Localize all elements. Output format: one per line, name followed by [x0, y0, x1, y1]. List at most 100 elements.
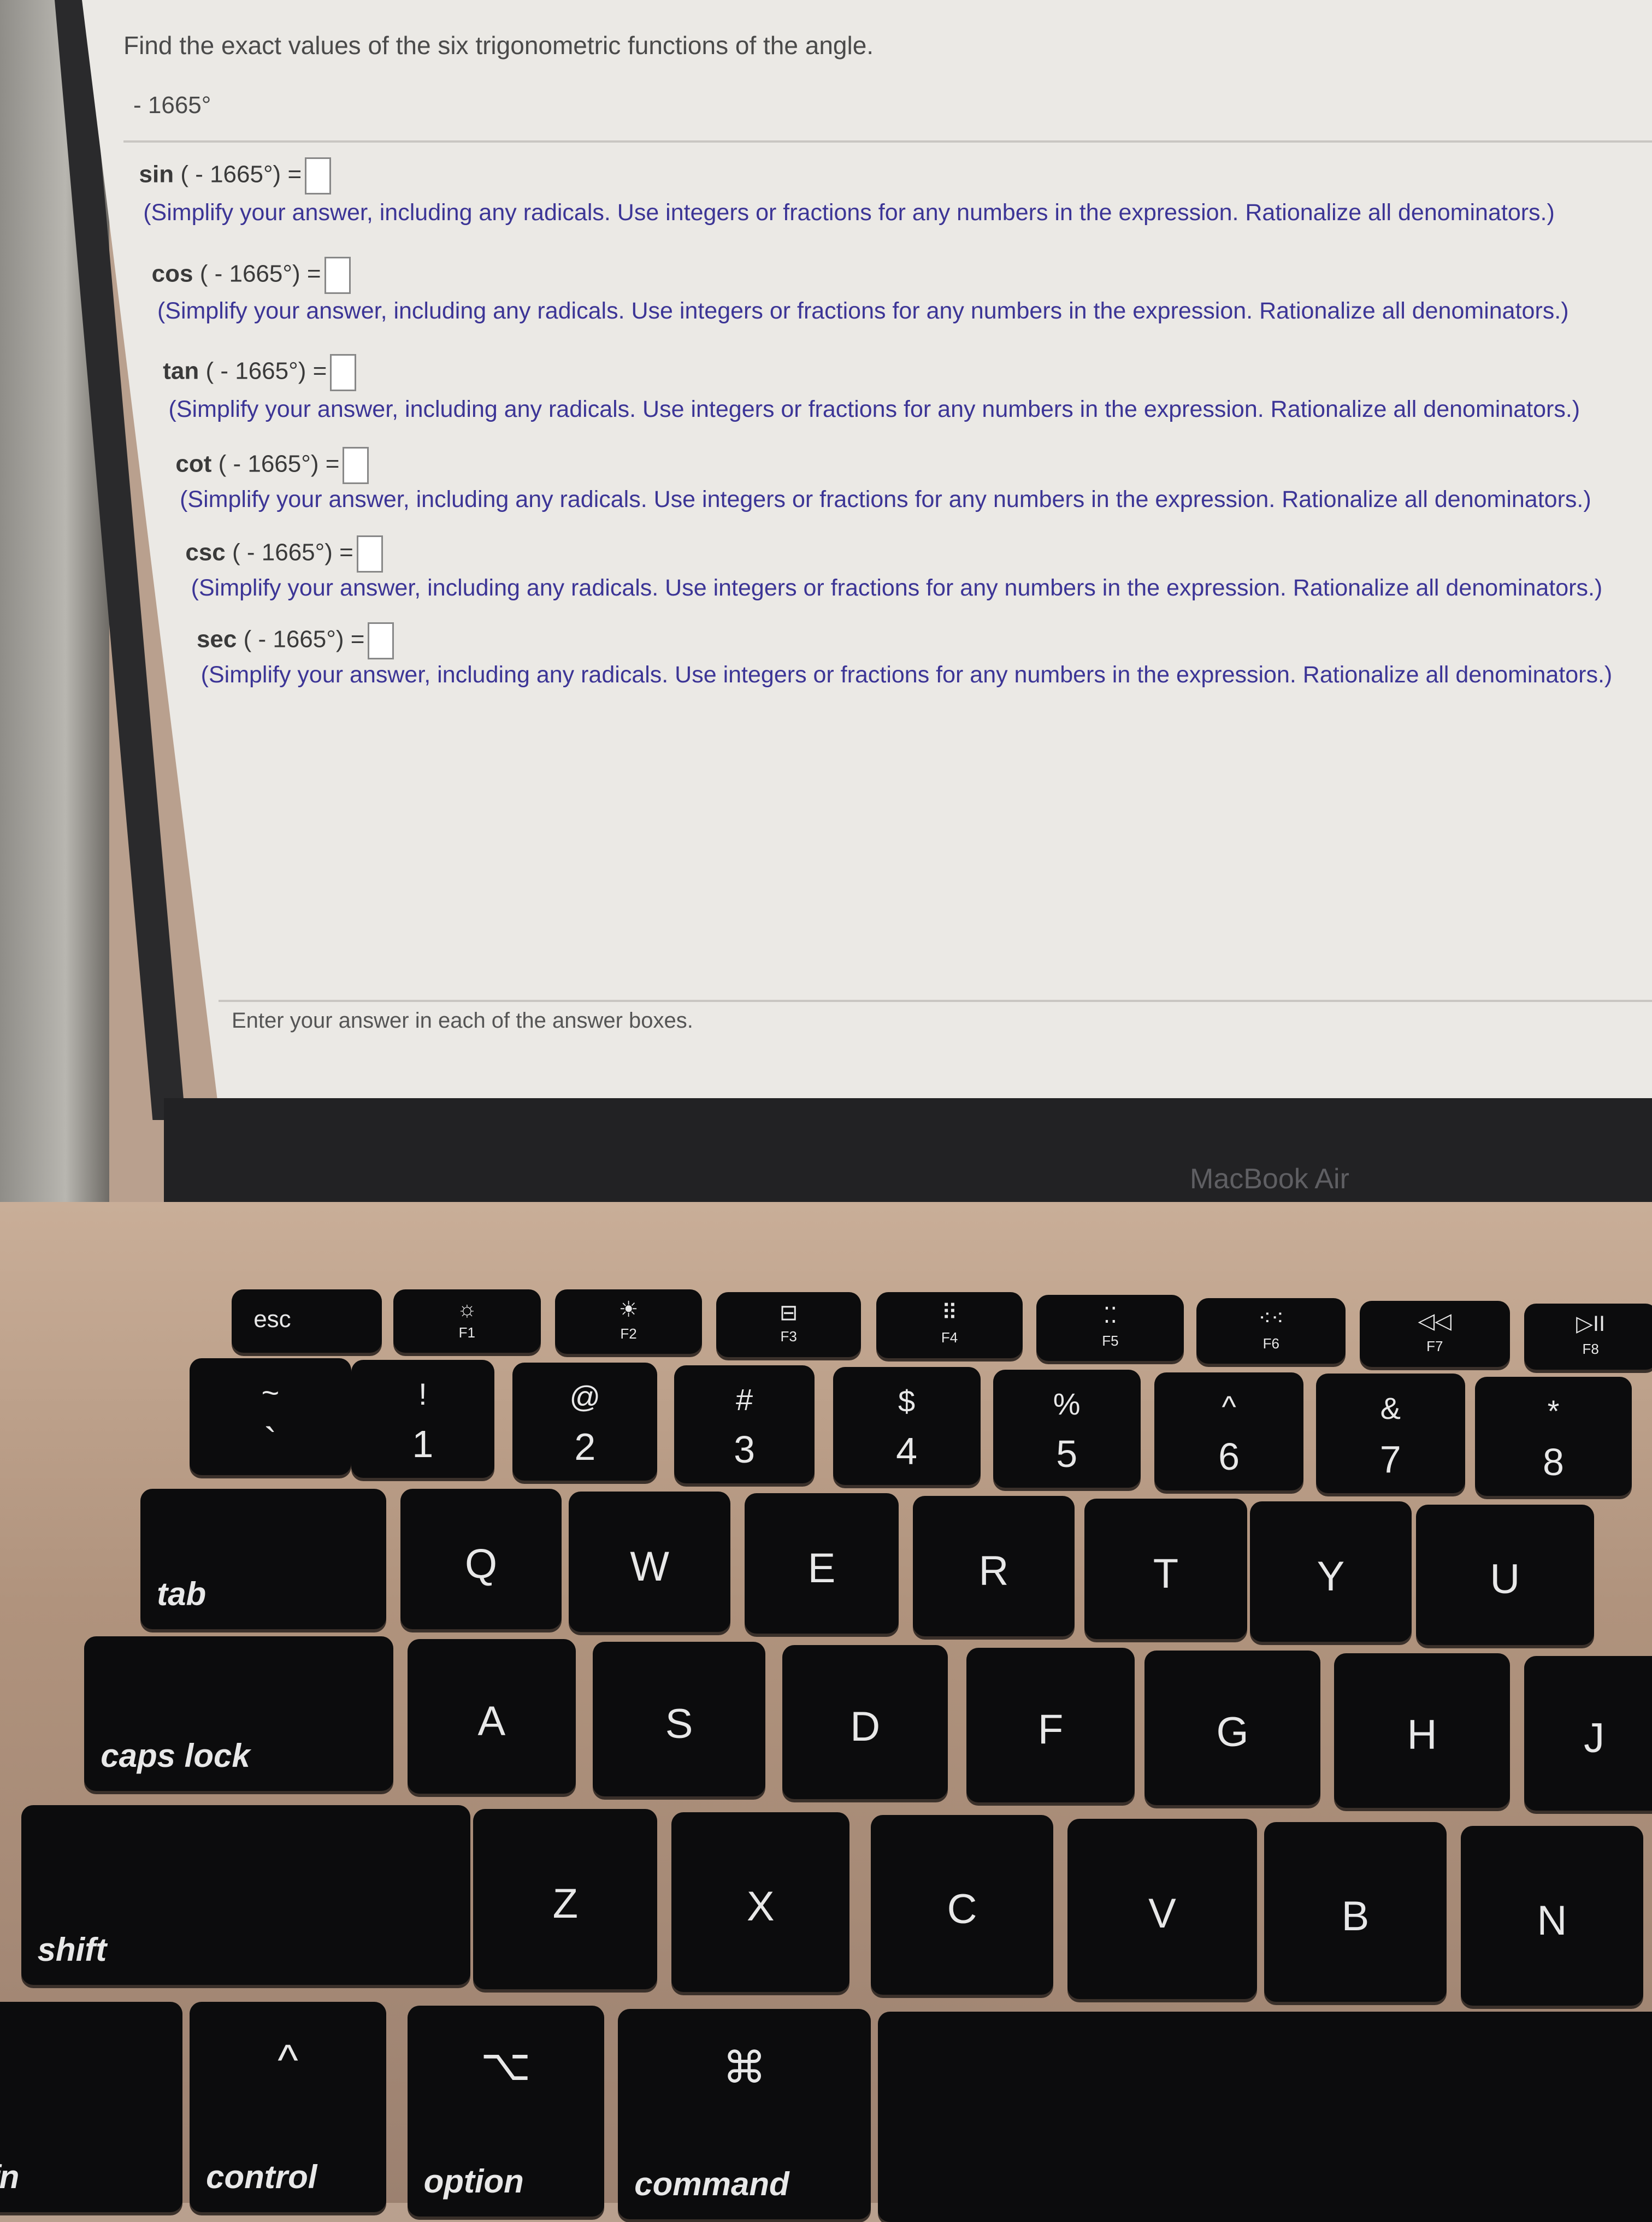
modifier-symbol-icon: ⌥ — [480, 2041, 531, 2090]
key-label: C — [947, 1886, 977, 1933]
key-label: 2 — [574, 1425, 596, 1469]
key-u[interactable]: U — [1415, 1504, 1595, 1645]
keyboard-light-up-key[interactable]: ⁖⁖ F6 — [1196, 1298, 1346, 1364]
key-label: B — [1341, 1893, 1370, 1940]
key-label: option — [423, 2163, 524, 2200]
key-label: 4 — [896, 1429, 918, 1472]
key-g[interactable]: G — [1144, 1650, 1320, 1805]
key-label: V — [1148, 1890, 1176, 1937]
key-label: E — [807, 1545, 836, 1592]
key-h[interactable]: H — [1334, 1653, 1510, 1808]
key--[interactable]: ~ ` — [190, 1358, 351, 1475]
key-shift-label: ^ — [1222, 1389, 1236, 1424]
function-argument: ( - 1665°) = — [205, 357, 327, 385]
key-shift[interactable]: shift — [21, 1805, 471, 1985]
equation-cos: cos ( - 1665°) = — [152, 257, 351, 294]
key-t[interactable]: T — [1084, 1499, 1248, 1640]
key-label: shift — [37, 1931, 107, 1968]
key-control[interactable]: ^ control — [190, 2001, 387, 2213]
footer-instruction: Enter your answer in each of the answer … — [232, 1009, 693, 1033]
key-label: F3 — [780, 1328, 797, 1345]
function-name: cos — [151, 261, 193, 288]
key-b[interactable]: B — [1264, 1822, 1447, 2002]
key-label: G — [1216, 1709, 1249, 1756]
key-label: control — [206, 2159, 317, 2196]
play-pause-icon: ▷II — [1576, 1312, 1606, 1336]
divider — [123, 140, 1652, 143]
key-e[interactable]: E — [744, 1493, 899, 1634]
mission-control-icon: ⊟ — [779, 1300, 798, 1325]
key-2[interactable]: @2 — [512, 1362, 658, 1481]
launchpad-key[interactable]: ⠿ F4 — [876, 1292, 1023, 1359]
key-d[interactable]: D — [782, 1645, 948, 1800]
key-fn[interactable]: fn — [0, 2001, 183, 2213]
key-label: Z — [552, 1881, 579, 1928]
key-x[interactable]: X — [671, 1812, 850, 1992]
answer-box-cot[interactable] — [343, 446, 369, 484]
key-v[interactable]: V — [1067, 1819, 1258, 1999]
key-5[interactable]: % 5 — [993, 1369, 1141, 1488]
key-f[interactable]: F — [966, 1647, 1135, 1802]
key-label: tab — [157, 1576, 206, 1613]
key-label: Q — [465, 1540, 498, 1587]
key-z[interactable]: Z — [473, 1809, 658, 1989]
function-argument: ( - 1665°) = — [243, 626, 365, 653]
key-label: W — [630, 1543, 669, 1590]
key-shift-label: $ — [898, 1383, 916, 1418]
key-6[interactable]: ^ 6 — [1154, 1372, 1303, 1490]
key-label: 7 — [1379, 1438, 1401, 1481]
key-8[interactable]: * 8 — [1474, 1376, 1632, 1496]
key-label: 6 — [1218, 1435, 1240, 1478]
keyboard-light-down-icon: ⁚⁚ — [1103, 1303, 1118, 1328]
key-label: F4 — [941, 1329, 958, 1346]
function-argument: ( - 1665°) = — [180, 161, 302, 188]
key-s[interactable]: S — [592, 1642, 766, 1797]
key-label: F8 — [1582, 1340, 1599, 1357]
hint-cos: (Simplify your answer, including any rad… — [157, 298, 1569, 325]
answer-box-sec[interactable] — [368, 622, 394, 659]
key-esc[interactable]: esc — [232, 1289, 382, 1353]
brightness-up-key[interactable]: ☀ F2 — [554, 1289, 703, 1354]
launchpad-icon: ⠿ — [941, 1300, 958, 1325]
key-3[interactable]: #3 — [674, 1365, 815, 1483]
rewind-key[interactable]: ◁◁ F7 — [1359, 1300, 1510, 1367]
key-4[interactable]: $4 — [833, 1366, 981, 1485]
answer-box-cos[interactable] — [324, 257, 351, 294]
key-label: 3 — [734, 1428, 756, 1471]
key-command[interactable]: ⌘ command — [618, 2008, 871, 2220]
key-option[interactable]: ⌥ option — [407, 2006, 604, 2217]
keyboard-light-down-key[interactable]: ⁚⁚ F5 — [1036, 1295, 1184, 1362]
key-label: 1 — [412, 1423, 434, 1466]
key-label: fn — [0, 2159, 20, 2196]
key-1[interactable]: ! 1 — [351, 1359, 494, 1478]
key-label: N — [1537, 1897, 1567, 1944]
equation-sec: sec ( - 1665°) = — [197, 622, 394, 659]
key-label: S — [665, 1701, 693, 1748]
key-caps-lock[interactable]: caps lock — [84, 1636, 393, 1791]
key-label: Y — [1317, 1553, 1345, 1600]
key-a[interactable]: A — [407, 1639, 576, 1794]
function-argument: ( - 1665°) = — [199, 261, 321, 288]
key-w[interactable]: W — [569, 1492, 730, 1632]
play-pause-key[interactable]: ▷II F8 — [1524, 1303, 1652, 1370]
answer-box-sin[interactable] — [305, 157, 332, 195]
key-j[interactable]: J — [1524, 1656, 1652, 1811]
answer-box-csc[interactable] — [356, 535, 383, 573]
keyboard-light-up-icon: ⁖⁖ — [1258, 1306, 1284, 1331]
key-label: F5 — [1102, 1332, 1119, 1349]
key-y[interactable]: Y — [1250, 1501, 1412, 1642]
question-title: Find the exact values of the six trigono… — [123, 31, 874, 60]
key-n[interactable]: N — [1460, 1826, 1644, 2006]
key-7[interactable]: & 7 — [1316, 1374, 1465, 1493]
mission-control-key[interactable]: ⊟ F3 — [716, 1292, 862, 1357]
space-key[interactable] — [877, 2011, 1652, 2222]
key-label: F7 — [1426, 1337, 1443, 1354]
key-q[interactable]: Q — [400, 1489, 562, 1630]
key-c[interactable]: C — [871, 1814, 1054, 1995]
key-r[interactable]: R — [913, 1496, 1075, 1637]
key-shift-label: & — [1380, 1391, 1401, 1426]
brightness-down-key[interactable]: ☼ F1 — [393, 1289, 541, 1353]
key-label: X — [746, 1883, 775, 1930]
key-tab[interactable]: tab — [140, 1489, 387, 1630]
answer-box-tan[interactable] — [330, 353, 357, 391]
